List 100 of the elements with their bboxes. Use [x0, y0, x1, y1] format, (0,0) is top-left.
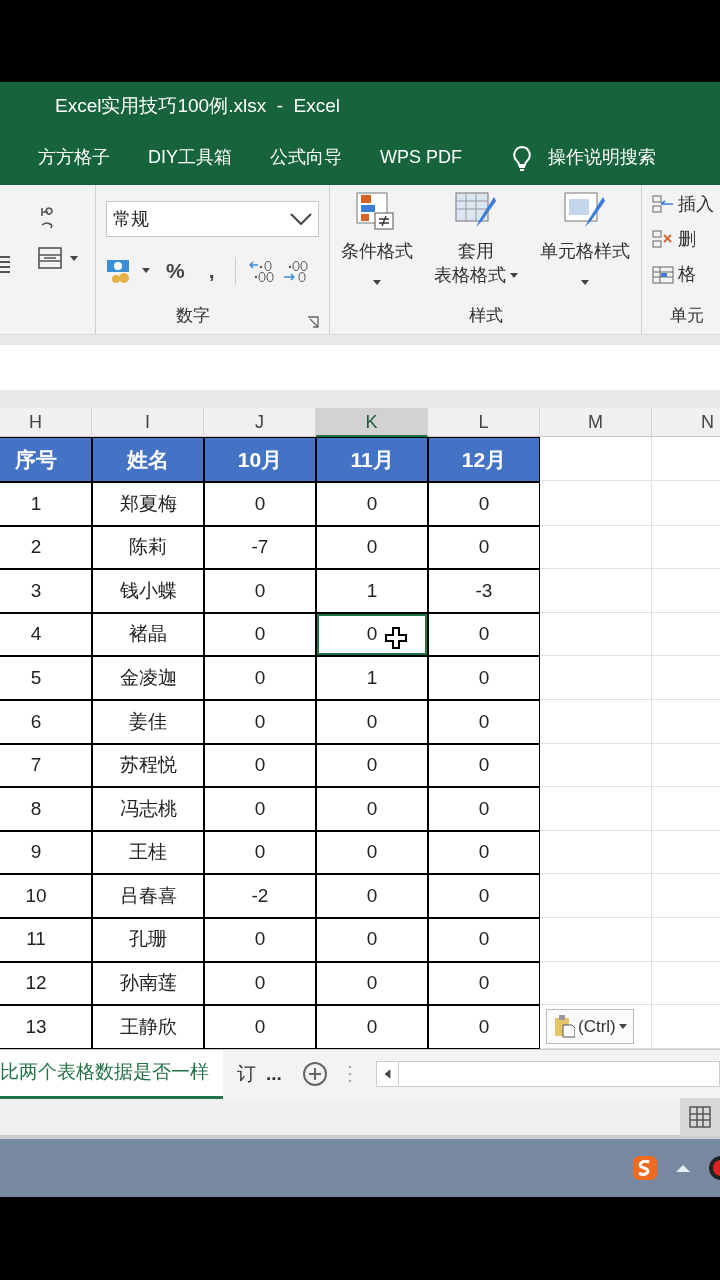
table-cell: 0 — [316, 612, 428, 657]
table-cell: 王桂 — [92, 830, 204, 875]
lightbulb-icon — [512, 144, 533, 171]
format-button[interactable]: , — [200, 255, 223, 287]
table-cell: 0 — [204, 1005, 316, 1049]
dialog-launcher-icon[interactable] — [307, 316, 319, 328]
table-cell: 陈莉 — [92, 525, 204, 570]
merge-cells-icon[interactable] — [38, 247, 62, 269]
table-cell: 0 — [316, 525, 428, 570]
caret-icon — [510, 272, 519, 278]
group-label: 单元 — [669, 304, 705, 327]
table-cell: 1 — [316, 569, 428, 613]
menu-tab[interactable]: DIY工具箱 — [148, 144, 232, 171]
table-cell: 12 — [0, 961, 92, 1006]
menu-tab[interactable]: 公式向导 — [270, 144, 342, 171]
header-cell: 11月 — [316, 437, 428, 482]
table-cell: 0 — [316, 787, 428, 831]
table-cell: 0 — [316, 743, 428, 788]
ribbon-button[interactable]: 插入 — [652, 191, 720, 218]
align-icon[interactable] — [0, 255, 10, 273]
column-header[interactable]: N — [652, 408, 720, 437]
table-cell: 0 — [204, 569, 316, 613]
table-cell: 冯志桃 — [92, 787, 204, 831]
table-cell: 4 — [0, 612, 92, 657]
increase-decimal-icon[interactable] — [247, 258, 274, 283]
table-cell: 0 — [428, 612, 540, 657]
format-dropdown[interactable]: 常规 — [106, 201, 319, 237]
delete-cells-icon — [652, 229, 674, 250]
format-button[interactable]: % — [158, 255, 193, 287]
table-cell: 1 — [316, 656, 428, 700]
column-header[interactable]: M — [540, 408, 652, 437]
table-cell: -3 — [428, 569, 540, 613]
table-cell: 1 — [0, 482, 92, 526]
menu-tab[interactable]: 方方格子 — [38, 144, 110, 171]
table-cell: 0 — [316, 917, 428, 962]
horizontal-scrollbar[interactable] — [375, 1061, 720, 1088]
table-cell: 0 — [204, 743, 316, 788]
format-cells-icon — [652, 264, 674, 285]
table-cell: 0 — [428, 743, 540, 788]
column-header[interactable]: H — [0, 408, 92, 437]
table-cell: 5 — [0, 656, 92, 700]
table-cell: 钱小蝶 — [92, 569, 204, 613]
table-cell: 0 — [204, 656, 316, 700]
ribbon-button[interactable]: 删 — [652, 226, 720, 253]
add-sheet-icon[interactable] — [301, 1061, 328, 1088]
ribbon-button[interactable]: 格 — [652, 261, 720, 288]
table-cell: 郑夏梅 — [92, 482, 204, 526]
chevron-down-icon — [290, 213, 312, 225]
normal-view-icon[interactable] — [680, 1097, 720, 1136]
caret-icon[interactable] — [142, 268, 150, 274]
ribbon-button[interactable]: 单元格样式 — [540, 191, 631, 294]
table-cell: 0 — [428, 874, 540, 918]
header-cell: 序号 — [0, 437, 92, 482]
column-header[interactable]: L — [428, 408, 540, 437]
table-cell: 王静欣 — [92, 1005, 204, 1049]
table-cell: 2 — [0, 525, 92, 570]
table-cell: 0 — [204, 830, 316, 875]
table-cell: 0 — [428, 917, 540, 962]
table-cell: 10 — [0, 874, 92, 918]
menu-tab[interactable]: WPS PDF — [380, 144, 463, 171]
record-icon[interactable] — [708, 1154, 720, 1181]
tell-me-search[interactable]: 操作说明搜索 — [512, 144, 657, 171]
table-cell: -2 — [204, 874, 316, 918]
table-cell: 13 — [0, 1005, 92, 1049]
caret-icon[interactable] — [70, 255, 78, 261]
paste-options-button[interactable]: (Ctrl) — [546, 1008, 634, 1045]
table-cell: 0 — [204, 961, 316, 1006]
table-cell: 0 — [316, 830, 428, 875]
table-cell: 0 — [316, 961, 428, 1006]
tray-arrow-icon[interactable] — [676, 1163, 690, 1172]
clipboard-icon — [553, 1014, 575, 1039]
column-header[interactable]: K — [316, 408, 428, 437]
table-cell: 0 — [316, 874, 428, 918]
window-title: Excel实用技巧100例.xlsx - Excel — [0, 82, 720, 130]
more-sheets-button[interactable]: ... — [266, 1059, 282, 1089]
table-cell: 姜佳 — [92, 699, 204, 744]
decrease-decimal-icon[interactable] — [281, 258, 308, 283]
table-cell: 0 — [204, 699, 316, 744]
cursor-icon — [385, 626, 407, 649]
table-cell: 0 — [428, 699, 540, 744]
input-method-icon[interactable] — [632, 1154, 658, 1181]
column-header[interactable]: J — [204, 408, 316, 437]
column-header[interactable]: I — [92, 408, 204, 437]
caret-icon — [372, 280, 381, 286]
table-cell: 0 — [428, 525, 540, 570]
sheet-tab[interactable]: 比两个表格数据是否一样 — [0, 1049, 223, 1099]
table-cell: 0 — [428, 1005, 540, 1049]
ribbon-button[interactable]: 套用 表格格式 — [434, 191, 519, 294]
table-cell: 褚晶 — [92, 612, 204, 657]
table-cell: 0 — [316, 1005, 428, 1049]
table-cell: 3 — [0, 569, 92, 613]
table-cell: 0 — [428, 961, 540, 1006]
insert-cells-icon — [652, 194, 674, 215]
table-cell: 0 — [428, 787, 540, 831]
table-cell: 11 — [0, 917, 92, 962]
ribbon-button[interactable]: 条件格式 — [340, 191, 413, 294]
table-cell: 9 — [0, 830, 92, 875]
table-cell: 6 — [0, 699, 92, 744]
table-cell: 0 — [428, 830, 540, 875]
table-cell: 孙南莲 — [92, 961, 204, 1006]
